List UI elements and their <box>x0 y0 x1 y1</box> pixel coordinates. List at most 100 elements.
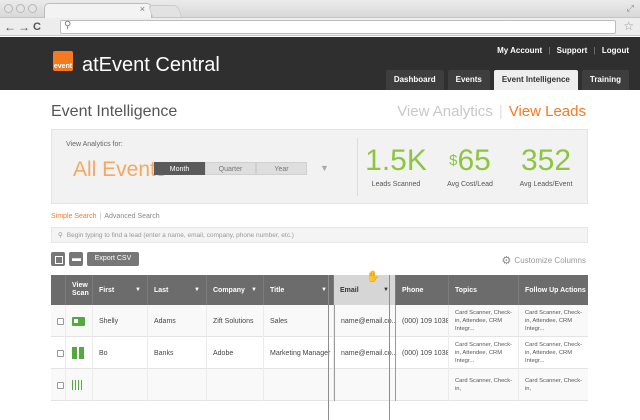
customize-columns-button[interactable]: ⚙ Customize Columns <box>502 254 586 267</box>
column-header-title[interactable]: Title ▼ <box>264 275 334 305</box>
select-column-header <box>51 275 66 305</box>
column-label: Title <box>270 286 285 294</box>
new-tab-button[interactable] <box>147 5 183 17</box>
browser-toolbar: ← → C ⚲ ☆ <box>0 18 640 36</box>
business-card-scan-icon[interactable] <box>72 316 85 326</box>
email-cell[interactable]: name@email.co... <box>334 305 396 337</box>
divider: | <box>593 46 596 55</box>
account-links: My Account | Support | Logout <box>493 46 629 55</box>
table-row[interactable]: Bo Banks Adobe Marketing Manager name@em… <box>51 337 588 369</box>
column-header-follow-up[interactable]: Follow Up Actions <box>519 275 588 305</box>
minimize-window-button[interactable] <box>16 4 25 13</box>
gear-icon: ⚙ <box>501 255 512 267</box>
period-quarter-button[interactable]: Quarter <box>205 162 256 175</box>
simple-search-tab[interactable]: Simple Search <box>51 213 97 220</box>
row-checkbox[interactable] <box>57 381 64 389</box>
column-header-first[interactable]: First ▼ <box>93 275 148 305</box>
stat-avg-cost: $65 Avg Cost/Lead <box>428 144 512 189</box>
back-icon[interactable]: ← <box>4 20 16 34</box>
reload-icon[interactable]: C <box>33 20 41 34</box>
chevron-down-icon: ▼ <box>135 287 141 293</box>
view-switcher: View Analytics | View Leads <box>397 103 586 120</box>
email-cell[interactable]: name@email.co... <box>334 337 396 369</box>
zoom-window-button[interactable] <box>28 4 37 13</box>
app-header: event atEvent Central My Account | Suppo… <box>0 37 640 90</box>
advanced-search-tab[interactable]: Advanced Search <box>104 213 159 220</box>
barcode-scan-icon[interactable] <box>72 380 84 390</box>
stat-label: Leads Scanned <box>371 181 421 188</box>
export-csv-button[interactable]: Export CSV <box>87 252 139 266</box>
event-scope-selector[interactable]: All Events <box>73 158 166 182</box>
last-name-cell <box>148 369 207 401</box>
qr-code-scan-icon[interactable] <box>72 347 84 359</box>
follow-up-cell: Card Scanner, Check-in, Attendee, CRM In… <box>525 342 583 364</box>
column-label: Email <box>340 286 359 294</box>
stat-value: 1.5K <box>365 144 427 177</box>
logout-link[interactable]: Logout <box>602 46 629 55</box>
period-year-button[interactable]: Year <box>256 162 307 175</box>
view-analytics-link[interactable]: View Analytics <box>397 103 493 120</box>
browser-titlebar: × ⤢ <box>0 0 640 18</box>
column-header-last[interactable]: Last ▼ <box>148 275 207 305</box>
my-account-link[interactable]: My Account <box>497 46 542 55</box>
delete-button[interactable]: ▬ <box>69 252 83 266</box>
column-header-company[interactable]: Company ▼ <box>207 275 264 305</box>
browser-tab[interactable]: × <box>44 3 152 18</box>
tab-training[interactable]: Training <box>581 70 629 90</box>
last-name-cell: Banks <box>148 337 207 369</box>
follow-up-cell: Card Scanner, Check-in, <box>525 378 583 392</box>
column-header-phone[interactable]: Phone <box>396 275 449 305</box>
customize-columns-label: Customize Columns <box>514 256 586 265</box>
email-cell[interactable] <box>334 369 396 401</box>
table-row[interactable]: Shelly Adams Zift Solutions Sales name@e… <box>51 305 588 337</box>
stat-value: 352 <box>520 144 572 177</box>
fullscreen-icon[interactable]: ⤢ <box>627 3 634 14</box>
tab-dashboard[interactable]: Dashboard <box>385 70 444 90</box>
chevron-down-icon: ▼ <box>321 287 327 293</box>
chevron-down-icon[interactable]: ▼ <box>320 163 329 173</box>
last-name-cell: Adams <box>148 305 207 337</box>
title-cell <box>264 369 334 401</box>
search-icon: ⚲ <box>58 232 63 239</box>
phone-cell <box>396 369 449 401</box>
tab-event-intelligence[interactable]: Event Intelligence <box>493 70 578 90</box>
tab-events[interactable]: Events <box>447 70 490 90</box>
chevron-down-icon: ▼ <box>251 287 257 293</box>
search-icon: ⚲ <box>64 20 72 31</box>
table-header-row: View Scan First ▼ Last ▼ Company ▼ Title ▼ E… <box>51 275 588 305</box>
column-header-email[interactable]: Email ▼ <box>334 275 396 305</box>
view-scan-cell <box>66 369 93 401</box>
topics-cell: Card Scanner, Check-in, Attendee, CRM In… <box>449 337 519 369</box>
main-nav-tabs: Dashboard Events Event Intelligence Trai… <box>385 70 629 90</box>
close-tab-icon[interactable]: × <box>140 4 145 14</box>
analytics-panel: View Analytics for: All Events Month Qua… <box>51 129 588 204</box>
lead-search-input[interactable]: ⚲ Begin typing to find a lead (enter a na… <box>51 227 588 243</box>
address-bar[interactable]: ⚲ <box>60 20 616 34</box>
bookmark-star-icon[interactable]: ☆ <box>623 19 634 33</box>
column-header-view-scan[interactable]: View Scan <box>66 275 93 305</box>
view-scan-cell <box>66 337 93 369</box>
first-name-cell: Bo <box>93 337 148 369</box>
logo-text: event <box>53 63 73 70</box>
first-name-cell: Shelly <box>93 305 148 337</box>
page-title: Event Intelligence <box>51 103 178 120</box>
table-row[interactable]: Card Scanner, Check-in, Card Scanner, Ch… <box>51 369 588 401</box>
select-all-button[interactable] <box>51 252 65 266</box>
atevent-logo[interactable]: event <box>53 51 73 71</box>
close-window-button[interactable] <box>4 4 13 13</box>
support-link[interactable]: Support <box>557 46 588 55</box>
forward-icon[interactable]: → <box>18 20 30 34</box>
search-mode-tabs: Simple Search | Advanced Search <box>51 213 160 220</box>
column-label: Last <box>154 286 169 294</box>
column-label: Company <box>213 286 245 294</box>
row-checkbox[interactable] <box>57 317 64 325</box>
company-cell: Adobe <box>207 337 264 369</box>
row-checkbox[interactable] <box>57 349 64 357</box>
trash-icon: ▬ <box>72 253 81 263</box>
topics-cell: Card Scanner, Check-in, Attendee, CRM In… <box>449 305 519 337</box>
divider: | <box>99 213 102 220</box>
period-month-button[interactable]: Month <box>154 162 205 175</box>
view-leads-link[interactable]: View Leads <box>509 103 586 120</box>
stat-value-number: 65 <box>457 144 491 177</box>
column-header-topics[interactable]: Topics <box>449 275 519 305</box>
